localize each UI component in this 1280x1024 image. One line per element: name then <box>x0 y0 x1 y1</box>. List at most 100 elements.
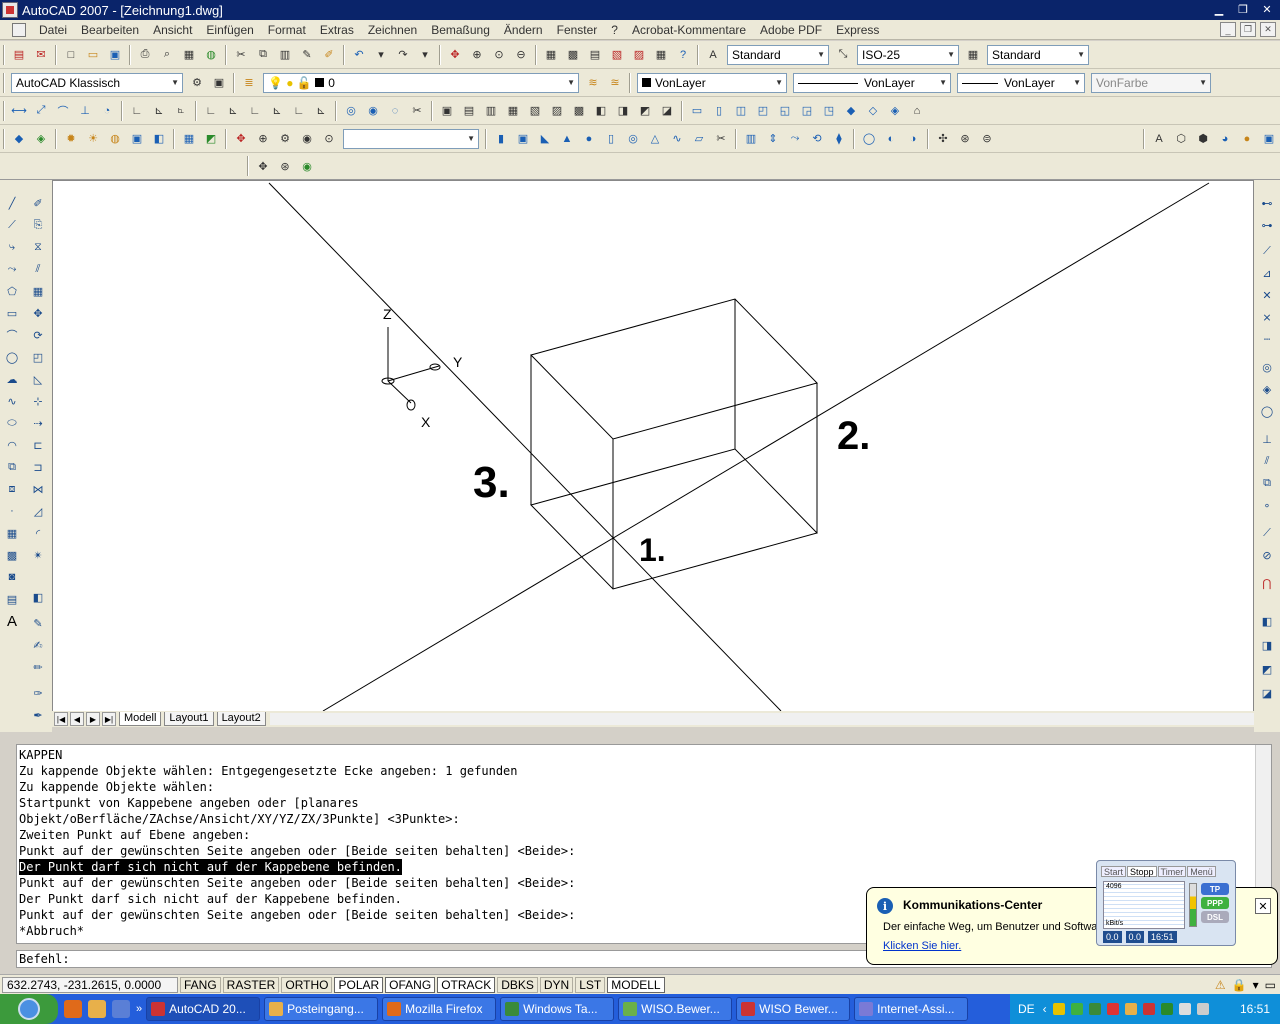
ucs-3point-icon[interactable]: ∟ <box>246 102 264 120</box>
antivirus-tray-icon[interactable] <box>1106 1003 1119 1015</box>
thunderbird-quicklaunch-icon[interactable] <box>88 1000 106 1018</box>
menu-acrobat-kommentare[interactable]: Acrobat-Kommentare <box>625 23 753 37</box>
menu-datei[interactable]: Datei <box>32 23 74 37</box>
linetype-select[interactable]: VonLayer ▼ <box>793 72 951 93</box>
menu-ansicht[interactable]: Ansicht <box>146 23 199 37</box>
dim-arc-icon[interactable]: ⌒ <box>54 102 72 120</box>
render-window-icon[interactable]: ▦ <box>180 130 198 148</box>
dsl-tab-timer[interactable]: Timer <box>1157 866 1187 877</box>
union-icon[interactable]: ◯ <box>860 130 878 148</box>
text-icon[interactable]: A <box>1150 130 1168 148</box>
network-tray-icon[interactable] <box>1070 1003 1083 1015</box>
ucs-y-icon[interactable]: ∟ <box>290 102 308 120</box>
stretch-icon[interactable]: ◺ <box>29 370 47 388</box>
doc-close-icon[interactable]: ✕ <box>1260 22 1276 37</box>
mail-tray-icon[interactable] <box>1052 1003 1065 1015</box>
task-firefox[interactable]: Mozilla Firefox <box>382 997 497 1021</box>
break-at-point-icon[interactable]: ⊏ <box>29 436 47 454</box>
web-publish-icon[interactable]: ◍ <box>202 46 220 64</box>
zoom-realtime-icon[interactable]: ⊕ <box>468 46 486 64</box>
subtract-icon[interactable]: ◐ <box>882 130 900 148</box>
offset-icon[interactable]: ⫽ <box>29 260 47 278</box>
3d-polyline-icon[interactable]: ⤳ <box>3 260 21 278</box>
calculator-icon[interactable]: ▦ <box>652 46 670 64</box>
menu-format[interactable]: Format <box>261 23 313 37</box>
snap-quadrant-icon[interactable]: ◈ <box>1258 380 1276 398</box>
tab-layout1[interactable]: Layout1 <box>164 712 214 726</box>
visual-styles-manager-icon[interactable]: ▣ <box>1260 130 1278 148</box>
color-select[interactable]: VonLayer ▼ <box>637 72 787 93</box>
view-back-icon[interactable]: ◲ <box>798 102 816 120</box>
solid-copy-faces-icon[interactable]: ◩ <box>636 102 654 120</box>
camera-icon[interactable]: ⌂ <box>908 102 926 120</box>
visual-style-select[interactable]: ▼ <box>343 128 479 149</box>
pan-icon[interactable]: ✥ <box>446 46 464 64</box>
status-raster-button[interactable]: RASTER <box>222 976 280 993</box>
layer-manager-icon[interactable]: ≣ <box>240 74 258 92</box>
show-desktop-icon[interactable] <box>112 1000 130 1018</box>
dim-linear-icon[interactable]: ⟷ <box>10 102 28 120</box>
horizontal-scrollbar[interactable] <box>269 713 1254 725</box>
planar-surface-icon[interactable]: ▱ <box>690 130 708 148</box>
loft-icon[interactable]: ⧫ <box>830 130 848 148</box>
next-tab-icon[interactable]: ▶ <box>86 712 100 726</box>
text-style-icon[interactable]: A <box>704 46 722 64</box>
copy-icon[interactable]: ⧉ <box>254 46 272 64</box>
solid-taper-faces-icon[interactable]: ◨ <box>614 102 632 120</box>
sheet-set-icon[interactable]: ▧ <box>608 46 626 64</box>
lock-icon[interactable]: 🔒 <box>1232 978 1247 992</box>
task-posteingang[interactable]: Posteingang... <box>264 997 379 1021</box>
edit-hatch-icon[interactable]: ✍ <box>29 636 47 654</box>
slice-icon[interactable]: ✂ <box>712 130 730 148</box>
break-icon[interactable]: ⊐ <box>29 458 47 476</box>
render-icon[interactable]: ◆ <box>10 130 28 148</box>
helix-icon[interactable]: ∿ <box>668 130 686 148</box>
continuous-orbit-icon[interactable]: ◉ <box>298 157 316 175</box>
3d-move-icon[interactable]: ✣ <box>934 130 952 148</box>
cone-icon[interactable]: ▲ <box>558 130 576 148</box>
layer-select[interactable]: 💡 ● 🔓 0 ▼ <box>263 72 579 93</box>
tab-layout2[interactable]: Layout2 <box>216 712 266 726</box>
extrude-icon[interactable]: ▥ <box>742 130 760 148</box>
snap-center-icon[interactable]: ◎ <box>1258 358 1276 376</box>
status-ofang-button[interactable]: OFANG <box>385 976 436 993</box>
redo-dropdown-icon[interactable]: ▾ <box>416 46 434 64</box>
dim-style-select[interactable]: ISO-25 ▼ <box>857 44 959 65</box>
dim-ordinate-icon[interactable]: ⊥ <box>76 102 94 120</box>
mapping-icon[interactable]: ▣ <box>128 130 146 148</box>
menu-help[interactable]: ? <box>604 23 625 37</box>
document-icon[interactable] <box>12 22 26 37</box>
sweep-icon[interactable]: ⤳ <box>786 130 804 148</box>
workspace-select[interactable]: AutoCAD Klassisch ▼ <box>11 72 183 93</box>
sun-icon[interactable]: ☀ <box>84 130 102 148</box>
solid-rotate-faces-icon[interactable]: ◧ <box>592 102 610 120</box>
walk-settings-icon[interactable]: ⚙ <box>276 130 294 148</box>
doc-minimize-icon[interactable]: _ <box>1220 22 1236 37</box>
warning-icon[interactable]: ⚠ <box>1215 978 1226 992</box>
send-back-icon[interactable]: ◨ <box>1258 636 1276 654</box>
undo-icon[interactable]: ↶ <box>350 46 368 64</box>
open-folder-icon[interactable]: ▭ <box>84 46 102 64</box>
revision-cloud-icon[interactable]: ☁ <box>3 370 21 388</box>
solid-union-icon[interactable]: ▣ <box>438 102 456 120</box>
osnap-settings-icon[interactable]: ⋂ <box>1258 574 1276 592</box>
gradient-icon[interactable]: ▩ <box>3 546 21 564</box>
snap-apparent-intersection-icon[interactable]: ⨯ <box>1258 308 1276 326</box>
free-orbit-icon[interactable]: ⊛ <box>276 157 294 175</box>
view-bottom-icon[interactable]: ▯ <box>710 102 728 120</box>
solid-subtract-icon[interactable]: ▤ <box>460 102 478 120</box>
workspace-save-icon[interactable]: ▣ <box>210 74 228 92</box>
zoom-previous-icon[interactable]: ⊖ <box>512 46 530 64</box>
design-center-icon[interactable]: ▩ <box>564 46 582 64</box>
menu-bearbeiten[interactable]: Bearbeiten <box>74 23 146 37</box>
fillet-icon[interactable]: ◜ <box>29 524 47 542</box>
solid-offset-faces-icon[interactable]: ▨ <box>548 102 566 120</box>
snap-midpoint-icon[interactable]: ⊿ <box>1258 264 1276 282</box>
view-nw-iso-icon[interactable]: ◈ <box>886 102 904 120</box>
torus-icon[interactable]: ◎ <box>624 130 642 148</box>
tab-modell[interactable]: Modell <box>119 712 162 726</box>
snap-nearest-icon[interactable]: ⟋ <box>1258 524 1276 542</box>
close-icon[interactable]: ✕ <box>1255 898 1271 914</box>
edit-polyline-icon[interactable]: ✏ <box>29 658 47 676</box>
volume-icon[interactable] <box>1196 1003 1209 1015</box>
